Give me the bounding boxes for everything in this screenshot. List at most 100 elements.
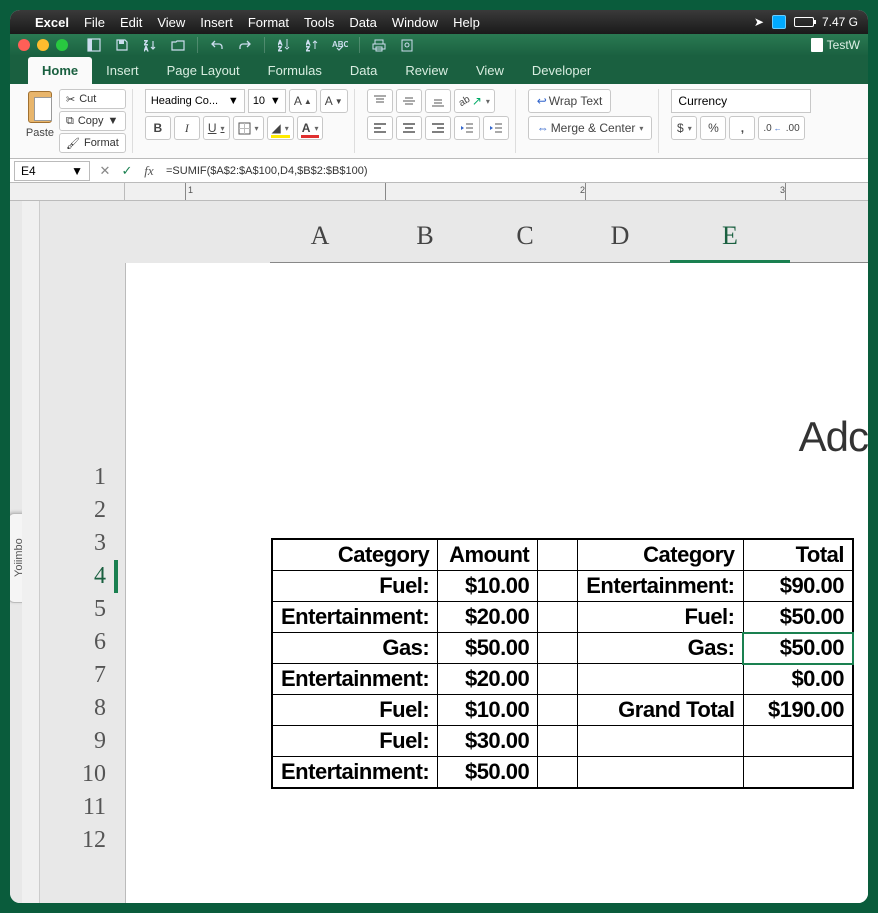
font-color-button[interactable]: A▾ xyxy=(297,116,324,140)
borders-button[interactable]: ▾ xyxy=(233,116,264,140)
qat-sortaz-button[interactable]: AZ xyxy=(272,36,296,54)
menu-file[interactable]: File xyxy=(84,15,105,30)
zoom-window-button[interactable] xyxy=(56,39,68,51)
cell[interactable]: Fuel: xyxy=(272,726,438,757)
align-center-button[interactable] xyxy=(396,116,422,140)
row-header[interactable]: 3 xyxy=(60,527,120,560)
col-header-c[interactable]: C xyxy=(480,213,570,262)
tab-insert[interactable]: Insert xyxy=(92,57,153,84)
cell[interactable]: $10.00 xyxy=(438,571,538,602)
menu-window[interactable]: Window xyxy=(392,15,438,30)
cell[interactable] xyxy=(538,571,578,602)
font-size-select[interactable]: 10▼ xyxy=(248,89,286,113)
cell[interactable]: Fuel: xyxy=(272,695,438,726)
row-header[interactable]: 1 xyxy=(60,461,120,494)
cell[interactable] xyxy=(578,757,743,789)
cell[interactable]: Entertainment: xyxy=(578,571,743,602)
cell[interactable] xyxy=(743,757,853,789)
orientation-button[interactable]: ab↗▾ xyxy=(454,89,495,113)
row-header[interactable]: 11 xyxy=(60,791,120,824)
row-header[interactable]: 9 xyxy=(60,725,120,758)
cell[interactable] xyxy=(538,757,578,789)
row-header[interactable]: 10 xyxy=(60,758,120,791)
increase-indent-button[interactable] xyxy=(483,116,509,140)
qat-sortza-button[interactable]: AZ xyxy=(300,36,324,54)
wrap-text-button[interactable]: ↩Wrap Text xyxy=(528,89,612,113)
fx-button[interactable]: fx xyxy=(138,163,160,179)
italic-button[interactable]: I xyxy=(174,116,200,140)
row-header[interactable]: 8 xyxy=(60,692,120,725)
cell[interactable]: Entertainment: xyxy=(272,664,438,695)
cell[interactable]: Entertainment: xyxy=(272,602,438,633)
merge-center-button[interactable]: ⇔Merge & Center▾ xyxy=(528,116,653,140)
header-category2[interactable]: Category xyxy=(578,539,743,571)
align-bottom-button[interactable] xyxy=(425,89,451,113)
menu-view[interactable]: View xyxy=(157,15,185,30)
tab-formulas[interactable]: Formulas xyxy=(254,57,336,84)
enter-formula-button[interactable]: ✓ xyxy=(116,163,138,179)
menu-edit[interactable]: Edit xyxy=(120,15,142,30)
row-header[interactable]: 5 xyxy=(60,593,120,626)
cell[interactable] xyxy=(743,726,853,757)
tab-developer[interactable]: Developer xyxy=(518,57,605,84)
cell[interactable] xyxy=(538,602,578,633)
increase-font-button[interactable]: A▲ xyxy=(289,89,317,113)
menu-tools[interactable]: Tools xyxy=(304,15,334,30)
qat-print-button[interactable] xyxy=(367,36,391,54)
cell[interactable] xyxy=(578,726,743,757)
cell[interactable]: $20.00 xyxy=(438,602,538,633)
cell[interactable]: $20.00 xyxy=(438,664,538,695)
qat-home-button[interactable] xyxy=(82,36,106,54)
minimize-window-button[interactable] xyxy=(37,39,49,51)
qat-save-button[interactable] xyxy=(110,36,134,54)
cell[interactable] xyxy=(538,539,578,571)
tab-review[interactable]: Review xyxy=(391,57,462,84)
formula-input[interactable]: =SUMIF($A$2:$A$100,D4,$B$2:$B$100) xyxy=(160,165,868,177)
cell[interactable]: Grand Total xyxy=(578,695,743,726)
qat-undo-button[interactable] xyxy=(205,36,229,54)
qat-open-button[interactable] xyxy=(166,36,190,54)
location-icon[interactable]: ➤ xyxy=(754,15,764,29)
tab-page-layout[interactable]: Page Layout xyxy=(153,57,254,84)
cell[interactable] xyxy=(538,726,578,757)
qat-spellcheck-button[interactable]: ABC xyxy=(328,36,352,54)
cancel-formula-button[interactable]: ✕ xyxy=(94,163,116,179)
close-window-button[interactable] xyxy=(18,39,30,51)
col-header-b[interactable]: B xyxy=(370,213,480,262)
cell[interactable]: Gas: xyxy=(272,633,438,664)
align-left-button[interactable] xyxy=(367,116,393,140)
name-box[interactable]: E4▼ xyxy=(14,161,90,181)
cut-button[interactable]: ✂Cut xyxy=(59,89,126,109)
header-amount[interactable]: Amount xyxy=(438,539,538,571)
fill-color-button[interactable]: ◢▾ xyxy=(267,116,294,140)
col-header-d[interactable]: D xyxy=(570,213,670,262)
spreadsheet-table[interactable]: Category Amount Category Total Fuel:$10.… xyxy=(271,538,854,789)
cell[interactable] xyxy=(578,664,743,695)
col-header-a[interactable]: A xyxy=(270,213,370,262)
increase-decimal-button[interactable]: .0←.00 xyxy=(758,116,804,140)
decrease-indent-button[interactable] xyxy=(454,116,480,140)
tab-home[interactable]: Home xyxy=(28,57,92,84)
cell[interactable]: Fuel: xyxy=(578,602,743,633)
header-total[interactable]: Total xyxy=(743,539,853,571)
cell[interactable]: Fuel: xyxy=(272,571,438,602)
row-header[interactable]: 12 xyxy=(60,824,120,857)
underline-button[interactable]: U▾ xyxy=(203,116,230,140)
cell[interactable]: $50.00 xyxy=(438,633,538,664)
comma-format-button[interactable]: , xyxy=(729,116,755,140)
cell[interactable] xyxy=(538,695,578,726)
accounting-format-button[interactable]: $▾ xyxy=(671,116,697,140)
cell[interactable]: $10.00 xyxy=(438,695,538,726)
qat-sort-button[interactable]: ZA xyxy=(138,36,162,54)
sync-icon[interactable] xyxy=(772,15,786,29)
percent-format-button[interactable]: % xyxy=(700,116,726,140)
align-right-button[interactable] xyxy=(425,116,451,140)
align-top-button[interactable] xyxy=(367,89,393,113)
copy-button[interactable]: ⧉Copy▼ xyxy=(59,111,126,131)
tab-data[interactable]: Data xyxy=(336,57,391,84)
cell[interactable]: $50.00 xyxy=(438,757,538,789)
menu-data[interactable]: Data xyxy=(349,15,376,30)
cell[interactable]: $190.00 xyxy=(743,695,853,726)
row-header[interactable]: 6 xyxy=(60,626,120,659)
header-category[interactable]: Category xyxy=(272,539,438,571)
